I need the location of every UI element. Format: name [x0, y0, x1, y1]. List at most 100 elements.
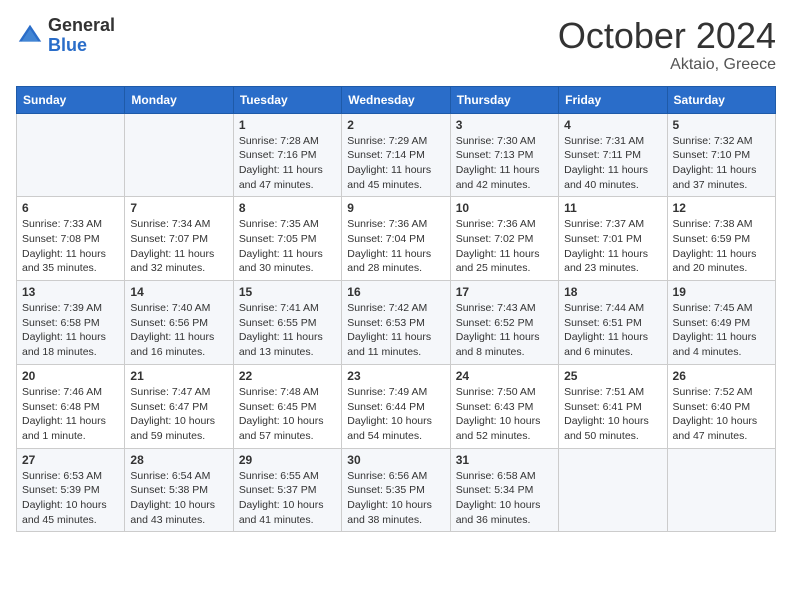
calendar-cell: 27 Sunrise: 6:53 AMSunset: 5:39 PMDayligh…	[17, 448, 125, 532]
title-block: October 2024 Aktaio, Greece	[558, 16, 776, 74]
day-info: Sunrise: 7:33 AMSunset: 7:08 PMDaylight:…	[22, 217, 119, 276]
day-number: 19	[673, 285, 770, 299]
day-number: 14	[130, 285, 227, 299]
day-number: 18	[564, 285, 661, 299]
day-header-wednesday: Wednesday	[342, 86, 450, 113]
day-info: Sunrise: 7:43 AMSunset: 6:52 PMDaylight:…	[456, 301, 553, 360]
calendar-cell: 13 Sunrise: 7:39 AMSunset: 6:58 PMDayligh…	[17, 281, 125, 365]
day-number: 23	[347, 369, 444, 383]
calendar-cell: 25 Sunrise: 7:51 AMSunset: 6:41 PMDayligh…	[559, 364, 667, 448]
day-number: 12	[673, 201, 770, 215]
day-info: Sunrise: 7:41 AMSunset: 6:55 PMDaylight:…	[239, 301, 336, 360]
calendar-cell: 8 Sunrise: 7:35 AMSunset: 7:05 PMDaylight…	[233, 197, 341, 281]
day-number: 7	[130, 201, 227, 215]
day-number: 26	[673, 369, 770, 383]
day-number: 3	[456, 118, 553, 132]
day-number: 11	[564, 201, 661, 215]
calendar-cell: 6 Sunrise: 7:33 AMSunset: 7:08 PMDaylight…	[17, 197, 125, 281]
calendar-cell: 9 Sunrise: 7:36 AMSunset: 7:04 PMDaylight…	[342, 197, 450, 281]
day-info: Sunrise: 7:29 AMSunset: 7:14 PMDaylight:…	[347, 134, 444, 193]
day-info: Sunrise: 7:42 AMSunset: 6:53 PMDaylight:…	[347, 301, 444, 360]
calendar-cell: 30 Sunrise: 6:56 AMSunset: 5:35 PMDayligh…	[342, 448, 450, 532]
day-header-tuesday: Tuesday	[233, 86, 341, 113]
day-number: 5	[673, 118, 770, 132]
calendar-cell: 19 Sunrise: 7:45 AMSunset: 6:49 PMDayligh…	[667, 281, 775, 365]
day-info: Sunrise: 7:35 AMSunset: 7:05 PMDaylight:…	[239, 217, 336, 276]
calendar-cell: 31 Sunrise: 6:58 AMSunset: 5:34 PMDayligh…	[450, 448, 558, 532]
day-number: 31	[456, 453, 553, 467]
day-number: 20	[22, 369, 119, 383]
day-number: 27	[22, 453, 119, 467]
week-row-1: 1Sunrise: 7:28 AMSunset: 7:16 PMDaylight…	[17, 113, 776, 197]
day-number: 16	[347, 285, 444, 299]
day-number: 2	[347, 118, 444, 132]
calendar-cell: 14 Sunrise: 7:40 AMSunset: 6:56 PMDayligh…	[125, 281, 233, 365]
day-info: Sunrise: 7:44 AMSunset: 6:51 PMDaylight:…	[564, 301, 661, 360]
calendar-cell: 22 Sunrise: 7:48 AMSunset: 6:45 PMDayligh…	[233, 364, 341, 448]
day-number: 24	[456, 369, 553, 383]
logo-blue-text: Blue	[48, 36, 115, 56]
day-number: 9	[347, 201, 444, 215]
calendar-cell: 1Sunrise: 7:28 AMSunset: 7:16 PMDaylight…	[233, 113, 341, 197]
month-title: October 2024	[558, 16, 776, 56]
day-info: Sunrise: 7:49 AMSunset: 6:44 PMDaylight:…	[347, 385, 444, 444]
location-subtitle: Aktaio, Greece	[558, 56, 776, 74]
day-info: Sunrise: 7:31 AMSunset: 7:11 PMDaylight:…	[564, 134, 661, 193]
calendar-cell: 16 Sunrise: 7:42 AMSunset: 6:53 PMDayligh…	[342, 281, 450, 365]
calendar-table: SundayMondayTuesdayWednesdayThursdayFrid…	[16, 86, 776, 533]
day-info: Sunrise: 6:53 AMSunset: 5:39 PMDaylight:…	[22, 469, 119, 528]
day-number: 22	[239, 369, 336, 383]
day-number: 25	[564, 369, 661, 383]
logo-icon	[16, 22, 44, 50]
day-info: Sunrise: 6:58 AMSunset: 5:34 PMDaylight:…	[456, 469, 553, 528]
day-info: Sunrise: 7:39 AMSunset: 6:58 PMDaylight:…	[22, 301, 119, 360]
calendar-cell: 7Sunrise: 7:34 AMSunset: 7:07 PMDaylight…	[125, 197, 233, 281]
calendar-cell: 28 Sunrise: 6:54 AMSunset: 5:38 PMDayligh…	[125, 448, 233, 532]
week-row-2: 6 Sunrise: 7:33 AMSunset: 7:08 PMDaylight…	[17, 197, 776, 281]
logo-general-text: General	[48, 16, 115, 36]
day-number: 13	[22, 285, 119, 299]
day-info: Sunrise: 7:37 AMSunset: 7:01 PMDaylight:…	[564, 217, 661, 276]
day-header-sunday: Sunday	[17, 86, 125, 113]
header-row: SundayMondayTuesdayWednesdayThursdayFrid…	[17, 86, 776, 113]
calendar-cell: 4Sunrise: 7:31 AMSunset: 7:11 PMDaylight…	[559, 113, 667, 197]
day-number: 28	[130, 453, 227, 467]
day-header-monday: Monday	[125, 86, 233, 113]
calendar-cell: 21 Sunrise: 7:47 AMSunset: 6:47 PMDayligh…	[125, 364, 233, 448]
logo: General Blue	[16, 16, 115, 56]
day-number: 1	[239, 118, 336, 132]
day-info: Sunrise: 7:36 AMSunset: 7:02 PMDaylight:…	[456, 217, 553, 276]
calendar-cell: 3 Sunrise: 7:30 AMSunset: 7:13 PMDaylight…	[450, 113, 558, 197]
day-info: Sunrise: 7:47 AMSunset: 6:47 PMDaylight:…	[130, 385, 227, 444]
day-info: Sunrise: 6:55 AMSunset: 5:37 PMDaylight:…	[239, 469, 336, 528]
calendar-cell: 10Sunrise: 7:36 AMSunset: 7:02 PMDayligh…	[450, 197, 558, 281]
calendar-cell: 2 Sunrise: 7:29 AMSunset: 7:14 PMDaylight…	[342, 113, 450, 197]
day-number: 6	[22, 201, 119, 215]
day-info: Sunrise: 7:52 AMSunset: 6:40 PMDaylight:…	[673, 385, 770, 444]
week-row-5: 27 Sunrise: 6:53 AMSunset: 5:39 PMDayligh…	[17, 448, 776, 532]
calendar-cell: 24 Sunrise: 7:50 AMSunset: 6:43 PMDayligh…	[450, 364, 558, 448]
day-info: Sunrise: 7:48 AMSunset: 6:45 PMDaylight:…	[239, 385, 336, 444]
week-row-4: 20Sunrise: 7:46 AMSunset: 6:48 PMDayligh…	[17, 364, 776, 448]
calendar-cell: 17Sunrise: 7:43 AMSunset: 6:52 PMDayligh…	[450, 281, 558, 365]
calendar-cell: 26 Sunrise: 7:52 AMSunset: 6:40 PMDayligh…	[667, 364, 775, 448]
day-number: 29	[239, 453, 336, 467]
page-header: General Blue October 2024 Aktaio, Greece	[16, 16, 776, 74]
day-number: 21	[130, 369, 227, 383]
day-header-friday: Friday	[559, 86, 667, 113]
day-number: 30	[347, 453, 444, 467]
day-info: Sunrise: 7:40 AMSunset: 6:56 PMDaylight:…	[130, 301, 227, 360]
day-info: Sunrise: 7:45 AMSunset: 6:49 PMDaylight:…	[673, 301, 770, 360]
day-info: Sunrise: 7:36 AMSunset: 7:04 PMDaylight:…	[347, 217, 444, 276]
day-number: 8	[239, 201, 336, 215]
day-info: Sunrise: 7:51 AMSunset: 6:41 PMDaylight:…	[564, 385, 661, 444]
day-info: Sunrise: 6:54 AMSunset: 5:38 PMDaylight:…	[130, 469, 227, 528]
calendar-cell: 29 Sunrise: 6:55 AMSunset: 5:37 PMDayligh…	[233, 448, 341, 532]
calendar-cell: 18 Sunrise: 7:44 AMSunset: 6:51 PMDayligh…	[559, 281, 667, 365]
day-info: Sunrise: 6:56 AMSunset: 5:35 PMDaylight:…	[347, 469, 444, 528]
day-info: Sunrise: 7:30 AMSunset: 7:13 PMDaylight:…	[456, 134, 553, 193]
day-header-thursday: Thursday	[450, 86, 558, 113]
calendar-cell: 5Sunrise: 7:32 AMSunset: 7:10 PMDaylight…	[667, 113, 775, 197]
day-info: Sunrise: 7:50 AMSunset: 6:43 PMDaylight:…	[456, 385, 553, 444]
day-header-saturday: Saturday	[667, 86, 775, 113]
